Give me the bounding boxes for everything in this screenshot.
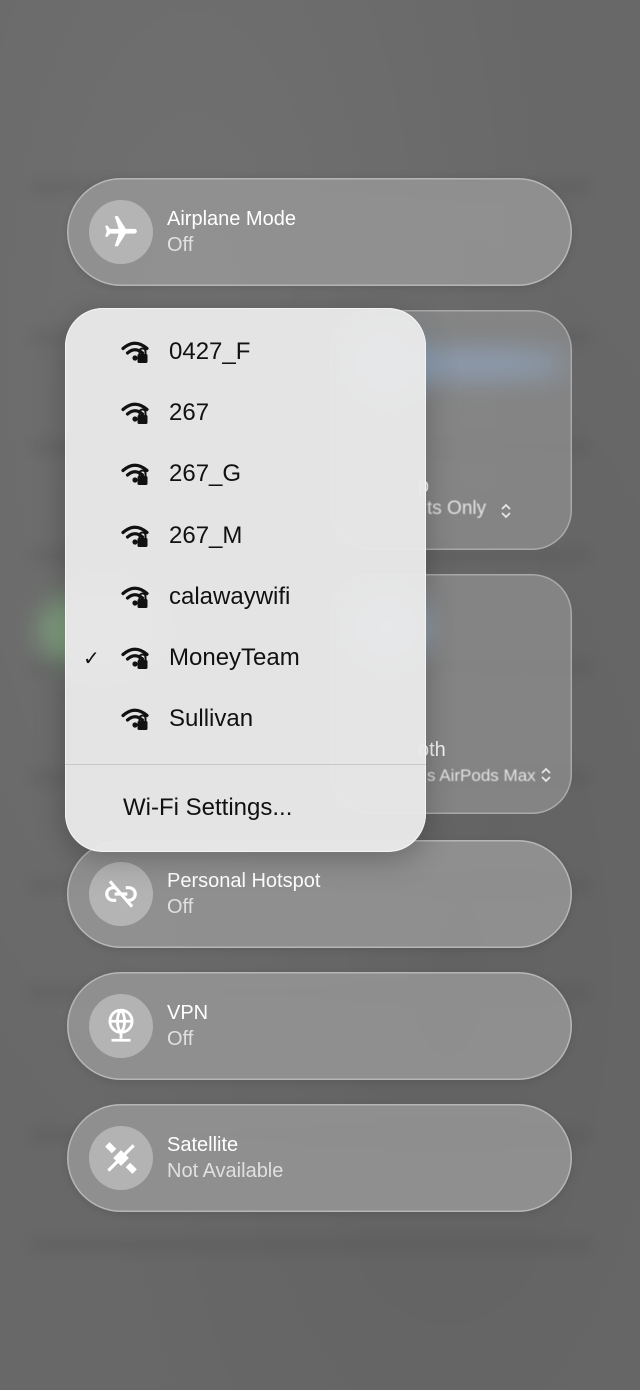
airdrop-status-fragment: ts Only (427, 498, 487, 519)
airplane-icon (89, 200, 153, 264)
wifi-network-menu: 0427_F 267 267_G 267_M calawaywifi ✓ MoneyTeam… (65, 308, 426, 852)
menu-divider (65, 764, 426, 765)
wifi-network-name: MoneyTeam (169, 644, 300, 671)
wifi-network-name: calawaywifi (169, 582, 291, 610)
wifi-network-item[interactable]: ✓ MoneyTeam (65, 633, 426, 683)
chevron-updown-icon (501, 503, 511, 519)
airplane-mode-control[interactable]: Airplane Mode Off (67, 178, 572, 286)
personal-hotspot-title: Personal Hotspot (167, 870, 321, 892)
satellite-title: Satellite (167, 1134, 239, 1156)
wifi-network-name: 0427_F (169, 338, 251, 365)
wifi-lock-icon (120, 706, 150, 737)
link-slash-icon (89, 862, 153, 926)
wifi-network-item[interactable]: 267_M (65, 511, 426, 561)
wifi-network-item[interactable]: 0427_F (65, 327, 426, 377)
wifi-network-item[interactable]: calawaywifi (65, 572, 426, 622)
wifi-lock-icon (120, 400, 150, 431)
globe-network-icon (89, 994, 153, 1058)
vpn-control[interactable]: VPN Off (67, 972, 572, 1080)
chevron-updown-icon (541, 767, 551, 783)
airplane-mode-status: Off (167, 234, 194, 256)
personal-hotspot-control[interactable]: Personal Hotspot Off (67, 840, 572, 948)
vpn-status: Off (167, 1028, 194, 1050)
wifi-lock-icon (120, 645, 150, 676)
satellite-status: Not Available (167, 1160, 284, 1182)
wifi-network-item[interactable]: 267_G (65, 449, 426, 499)
wifi-network-name: Sullivan (169, 705, 254, 733)
wifi-network-name: 267_M (169, 521, 243, 549)
wifi-lock-icon (120, 584, 150, 615)
personal-hotspot-status: Off (167, 896, 194, 918)
connected-checkmark: ✓ (83, 647, 100, 670)
wifi-network-item[interactable]: Sullivan (65, 694, 426, 744)
background-row (30, 1238, 590, 1252)
wifi-lock-icon (120, 461, 150, 492)
bluetooth-status-fragment: s AirPods Max (427, 766, 536, 785)
wifi-lock-icon (120, 523, 150, 554)
satellite-slash-icon (89, 1126, 153, 1190)
wifi-network-name: 267 (169, 399, 210, 427)
wifi-settings-button[interactable]: Wi-Fi Settings... (123, 794, 292, 822)
wifi-network-name: 267_G (169, 460, 242, 488)
airplane-mode-title: Airplane Mode (167, 208, 296, 230)
vpn-title: VPN (167, 1002, 209, 1024)
wifi-network-item[interactable]: 267 (65, 388, 426, 438)
wifi-lock-icon (120, 339, 150, 370)
satellite-control[interactable]: Satellite Not Available (67, 1104, 572, 1212)
